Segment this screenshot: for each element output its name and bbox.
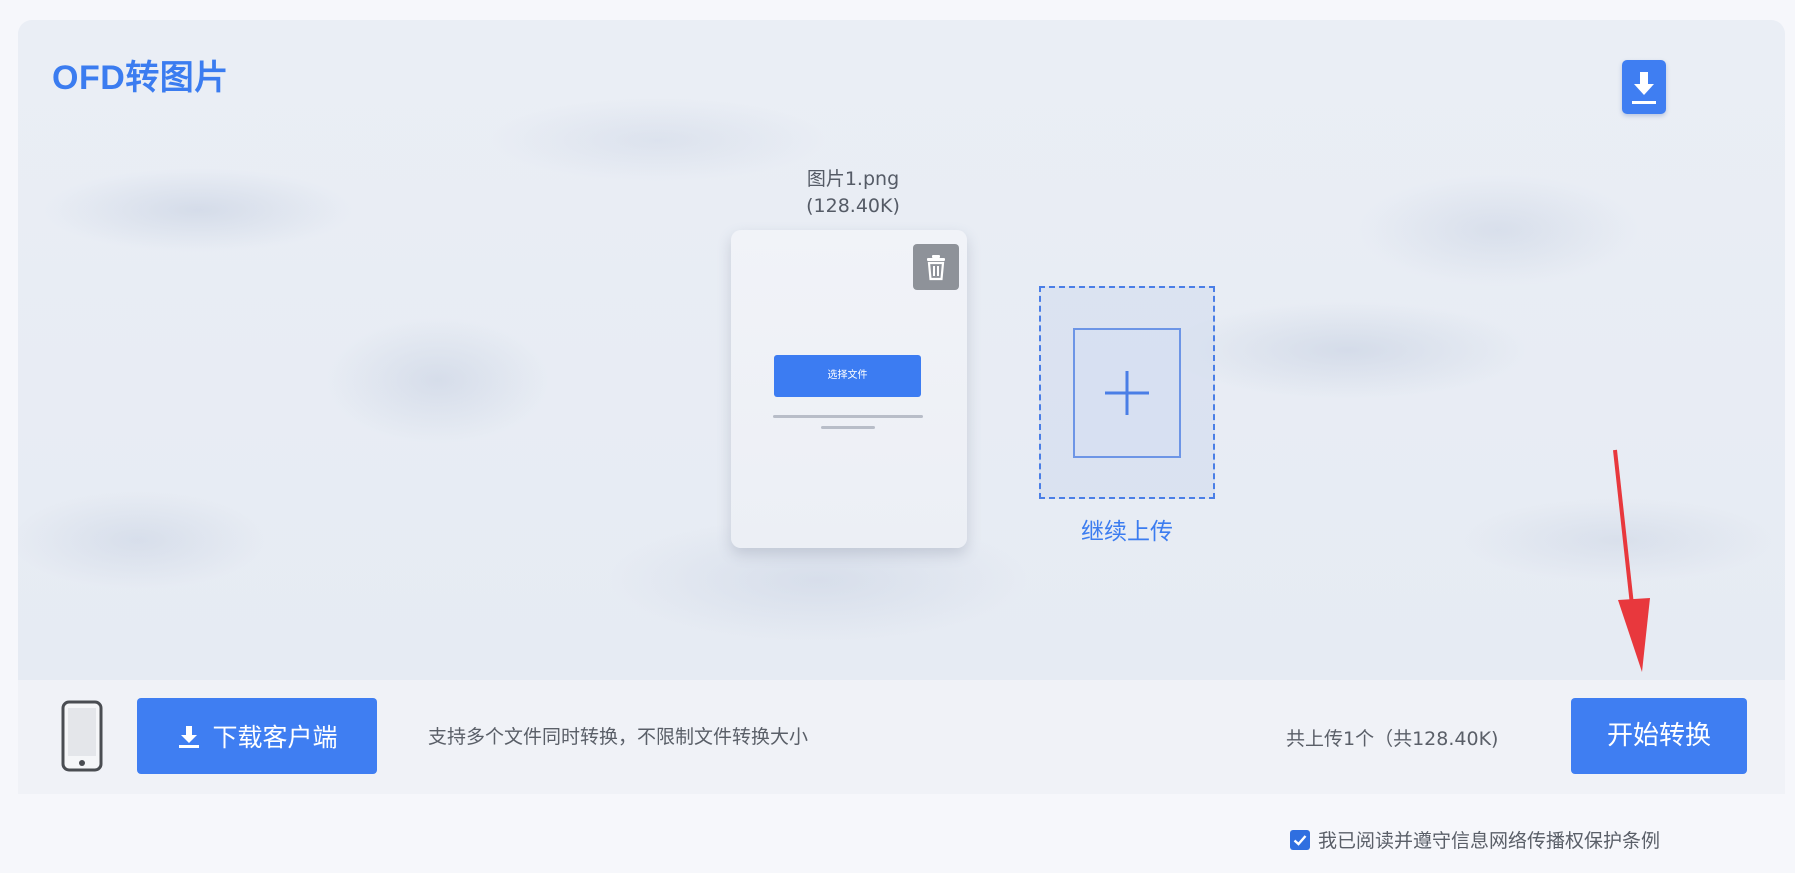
download-client-button[interactable]: 下载客户端 [137, 698, 377, 774]
thumbnail-text-line [773, 415, 923, 418]
smartphone-icon[interactable] [60, 700, 104, 772]
download-arrow-icon [179, 726, 200, 748]
continue-upload-dropzone[interactable] [1039, 286, 1215, 499]
page-title: OFD转图片 [52, 59, 229, 97]
thumbnail-select-button-preview: 选择文件 [774, 355, 921, 397]
agreement-label: 我已阅读并遵守信息网络传播权保护条例 [1318, 830, 1661, 852]
agreement-checkbox[interactable] [1290, 829, 1310, 850]
start-convert-button[interactable]: 开始转换 [1571, 698, 1747, 774]
plus-icon [1073, 328, 1181, 458]
annotation-arrow-icon [1613, 449, 1650, 672]
download-icon[interactable] [1622, 60, 1666, 114]
file-info: 图片1.png (128.40K) [748, 166, 958, 220]
agreement-row[interactable]: 我已阅读并遵守信息网络传播权保护条例 [1290, 826, 1660, 853]
continue-upload-label[interactable]: 继续上传 [1039, 512, 1215, 546]
download-client-label: 下载客户端 [212, 723, 338, 752]
file-thumbnail-card[interactable]: 选择文件 [731, 230, 967, 548]
file-name: 图片1.png [806, 168, 900, 190]
thumbnail-text-line [821, 426, 875, 429]
support-text: 支持多个文件同时转换，不限制文件转换大小 [428, 726, 809, 748]
action-bar: 下载客户端 支持多个文件同时转换，不限制文件转换大小 共上传1个（共128.40… [18, 680, 1785, 794]
trash-icon[interactable] [913, 244, 959, 290]
upload-count: 共上传1个（共128.40K) [1286, 728, 1499, 750]
file-size: (128.40K) [806, 195, 900, 217]
converter-panel: OFD转图片 图片1.png (128.40K) 选择文件 继续上传 [18, 20, 1785, 680]
